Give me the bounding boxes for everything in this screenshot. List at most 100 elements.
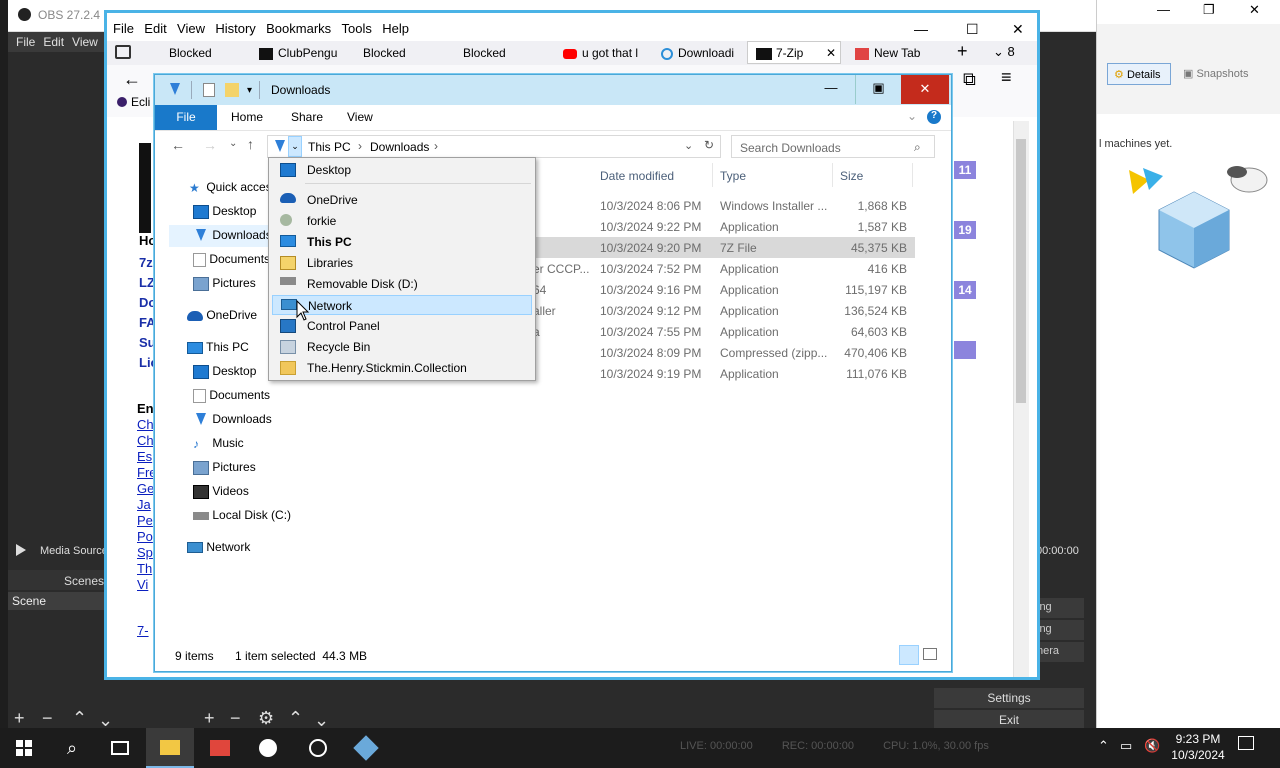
ff-menu-file[interactable]: File [113, 21, 134, 36]
vb-restore-icon[interactable]: ❐ [1203, 2, 1215, 18]
obs-ctrl-1[interactable]: ing [1034, 598, 1084, 618]
obs-exit-button[interactable]: Exit [934, 710, 1084, 730]
nav-qa-desktop[interactable]: Desktop [193, 201, 256, 223]
search-button[interactable]: ⌕ [48, 728, 96, 768]
expand-ribbon-icon[interactable]: ⌄ [907, 109, 917, 123]
tab-downloading[interactable]: Downloadi [661, 41, 751, 65]
refresh-icon[interactable]: ↻ [704, 138, 714, 152]
ff-minimize-icon[interactable]: — [914, 21, 928, 37]
up-icon[interactable]: ↑ [247, 136, 254, 152]
tab-list-button[interactable]: ⌄ 8 [993, 44, 1015, 60]
quick-access-dropdown-icon[interactable]: ▾ [247, 85, 252, 96]
hamburger-menu-icon[interactable]: ≡ [1001, 67, 1012, 88]
nav-qa-pictures[interactable]: Pictures [193, 273, 256, 295]
column-date-modified[interactable]: Date modified [595, 163, 713, 187]
column-size[interactable]: Size [835, 163, 913, 187]
close-button[interactable]: ✕ [901, 75, 949, 104]
vb-snapshots-button[interactable]: ▣ Snapshots [1183, 67, 1248, 80]
ribbon-share-tab[interactable]: Share [291, 110, 323, 124]
nav-network[interactable]: Network [187, 537, 250, 559]
dropdown-item-henry-stickmin[interactable]: The.Henry.Stickmin.Collection [272, 358, 532, 378]
add-scene-icon[interactable]: + [14, 708, 25, 729]
vb-details-button[interactable]: ⚙ Details [1107, 63, 1171, 85]
dropdown-item-libraries[interactable]: Libraries [272, 253, 532, 273]
taskbar-virtualbox[interactable] [342, 728, 390, 768]
taskbar-clock[interactable]: 9:23 PM 10/3/2024 [1168, 731, 1228, 763]
task-view-button[interactable] [96, 728, 144, 768]
ff-menu-edit[interactable]: Edit [144, 21, 166, 36]
ff-menu-view[interactable]: View [177, 21, 205, 36]
volume-muted-icon[interactable]: 🔇 [1144, 738, 1160, 754]
obs-menu-view[interactable]: View [72, 35, 98, 49]
play-icon[interactable] [16, 544, 26, 556]
new-folder-icon[interactable] [225, 83, 239, 97]
tab-blocked-3[interactable]: Blocked [463, 41, 553, 65]
tab-new-tab[interactable]: New Tab [855, 41, 945, 65]
dropdown-item-control-panel[interactable]: Control Panel [272, 316, 532, 336]
obs-menu-file[interactable]: File [16, 35, 35, 49]
ribbon-home-tab[interactable]: Home [231, 110, 263, 124]
properties-icon[interactable] [203, 83, 215, 97]
tab-clubpenguin[interactable]: ClubPengu [259, 41, 351, 65]
network-tray-icon[interactable]: ▭ [1120, 738, 1132, 754]
move-up-icon[interactable]: ⌃ [72, 708, 87, 729]
obs-ctrl-3[interactable]: nera [1034, 642, 1084, 662]
ff-menu-history[interactable]: History [215, 21, 255, 36]
start-button[interactable] [0, 728, 48, 768]
nav-quick-access[interactable]: ★ Quick access [189, 177, 278, 199]
ribbon-view-tab[interactable]: View [347, 110, 373, 124]
address-bar[interactable]: ⌄ This PC › Downloads › ⌄ ↻ [267, 135, 721, 158]
dropdown-item-recycle-bin[interactable]: Recycle Bin [272, 337, 532, 357]
nav-qa-documents[interactable]: Documents [193, 249, 270, 271]
recent-locations-icon[interactable]: ⌄ [229, 138, 237, 149]
obs-ctrl-2[interactable]: ing [1034, 620, 1084, 640]
taskbar-wordpress[interactable] [244, 728, 292, 768]
nav-pc-pictures[interactable]: Pictures [193, 457, 256, 479]
dropdown-item-forkie[interactable]: forkie [272, 211, 532, 231]
ff-menu-tools[interactable]: Tools [342, 21, 372, 36]
breadcrumb-downloads[interactable]: Downloads [370, 140, 429, 154]
firefox-view-icon[interactable] [115, 45, 131, 59]
nav-pc-videos[interactable]: Videos [193, 481, 249, 503]
ff-maximize-icon[interactable]: ☐ [966, 21, 979, 38]
back-icon[interactable]: ← [171, 137, 185, 153]
remove-scene-icon[interactable]: − [42, 708, 53, 729]
taskbar-file-explorer[interactable] [146, 728, 194, 768]
ff-menu-help[interactable]: Help [382, 21, 409, 36]
maximize-button[interactable]: ▣ [855, 75, 901, 104]
tab-blocked-1[interactable]: Blocked [147, 41, 243, 65]
ff-close-icon[interactable]: ✕ [1012, 21, 1024, 38]
dropdown-item-removable-disk[interactable]: Removable Disk (D:) [272, 274, 532, 294]
address-dropdown-icon[interactable]: ⌄ [288, 136, 302, 157]
extensions-icon[interactable]: ⧉ [963, 69, 976, 90]
dropdown-item-onedrive[interactable]: OneDrive [272, 190, 532, 210]
dropdown-item-desktop[interactable]: Desktop [272, 160, 532, 180]
ribbon-file-tab[interactable]: File [155, 105, 217, 130]
taskbar-obs[interactable] [294, 728, 342, 768]
obs-menu-edit[interactable]: Edit [43, 35, 64, 49]
page-footer-link[interactable]: 7- [137, 623, 149, 638]
obs-settings-button[interactable]: Settings [934, 688, 1084, 708]
dropdown-item-network[interactable]: Network [272, 295, 532, 315]
details-view-icon[interactable] [899, 645, 919, 665]
vb-minimize-icon[interactable]: — [1157, 2, 1170, 17]
forward-icon[interactable]: → [203, 137, 217, 153]
dropdown-item-this-pc[interactable]: This PC [272, 232, 532, 252]
remove-source-icon[interactable]: − [230, 708, 241, 729]
large-icons-view-icon[interactable] [923, 648, 937, 660]
tab-blocked-2[interactable]: Blocked [363, 41, 453, 65]
breadcrumb-this-pc[interactable]: This PC [308, 140, 351, 154]
add-source-icon[interactable]: + [204, 708, 215, 729]
nav-local-disk[interactable]: Local Disk (C:) [193, 505, 291, 527]
tab-close-icon[interactable]: ✕ [826, 46, 836, 60]
vb-close-icon[interactable]: ✕ [1249, 2, 1260, 18]
new-tab-button[interactable]: + [957, 41, 968, 62]
scene-item[interactable]: Scene [8, 592, 108, 610]
bookmark-eclipse[interactable]: Ecli [131, 95, 150, 109]
minimize-button[interactable]: — [807, 75, 855, 104]
nav-pc-documents[interactable]: Documents [193, 385, 270, 407]
nav-onedrive[interactable]: OneDrive [187, 305, 257, 327]
address-history-icon[interactable]: ⌄ [684, 139, 693, 152]
search-input[interactable]: Search Downloads ⌕ [731, 135, 935, 158]
tray-chevron-icon[interactable]: ⌃ [1098, 738, 1109, 754]
